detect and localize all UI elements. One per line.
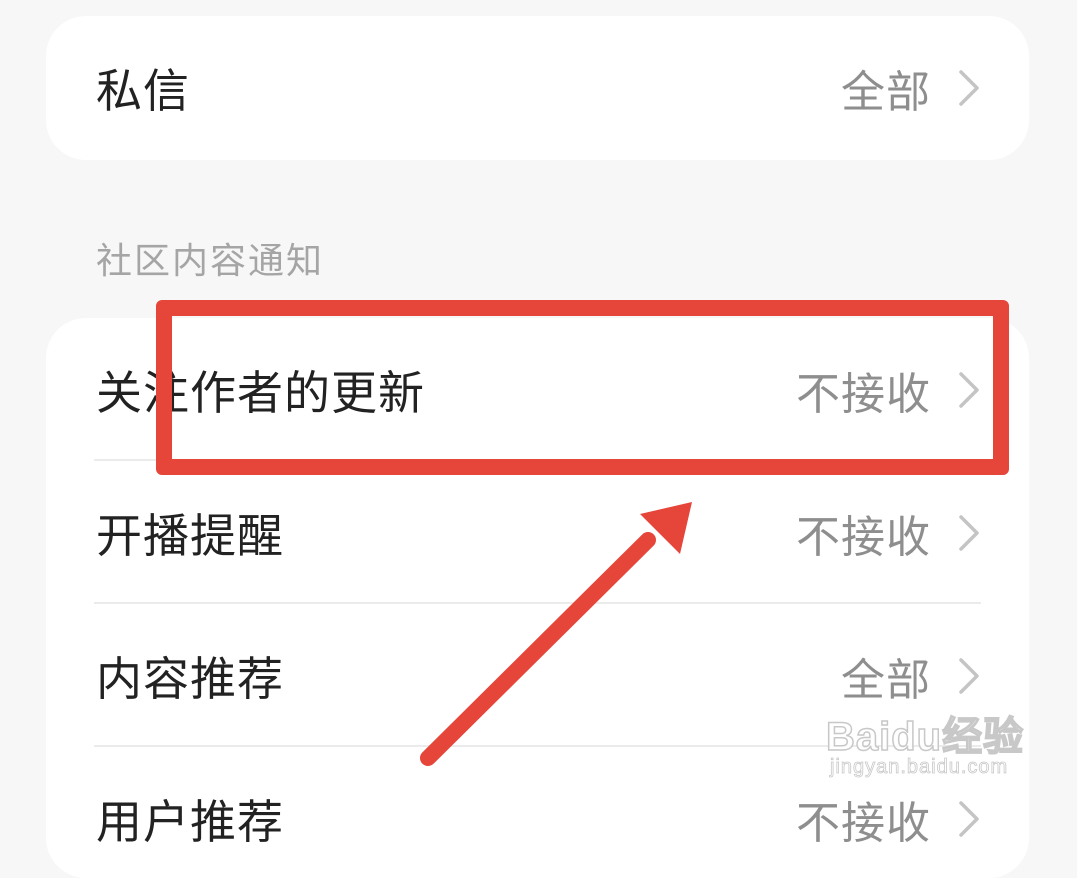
private-message-row[interactable]: 私信 全部 (46, 16, 1029, 159)
list-item-label: 关注作者的更新 (96, 365, 425, 420)
list-item-value: 不接收 (796, 511, 931, 563)
community-notification-card: 关注作者的更新 不接收 开播提醒 不接收 内容推荐 全部 用户推荐 不接收 (46, 318, 1029, 878)
chevron-right-icon (959, 514, 979, 551)
list-item-label: 用户推荐 (96, 794, 284, 849)
chevron-right-icon (959, 657, 979, 694)
list-item-live-reminder[interactable]: 开播提醒 不接收 (46, 461, 1029, 604)
section-title-community: 社区内容通知 (96, 241, 325, 282)
list-item-label: 内容推荐 (96, 651, 284, 706)
list-item-value: 不接收 (796, 368, 931, 420)
list-item-user-recommendation[interactable]: 用户推荐 不接收 (46, 747, 1029, 878)
chevron-right-icon (959, 69, 979, 106)
private-message-label: 私信 (96, 63, 190, 118)
private-message-value: 全部 (841, 66, 931, 118)
list-item-value: 不接收 (796, 797, 931, 849)
chevron-right-icon (959, 371, 979, 408)
chevron-right-icon (959, 800, 979, 837)
list-item-label: 开播提醒 (96, 508, 284, 563)
private-message-card: 私信 全部 (46, 16, 1029, 160)
list-item-value: 全部 (841, 654, 931, 706)
list-item-follow-author-updates[interactable]: 关注作者的更新 不接收 (46, 318, 1029, 461)
list-item-content-recommendation[interactable]: 内容推荐 全部 (46, 604, 1029, 747)
